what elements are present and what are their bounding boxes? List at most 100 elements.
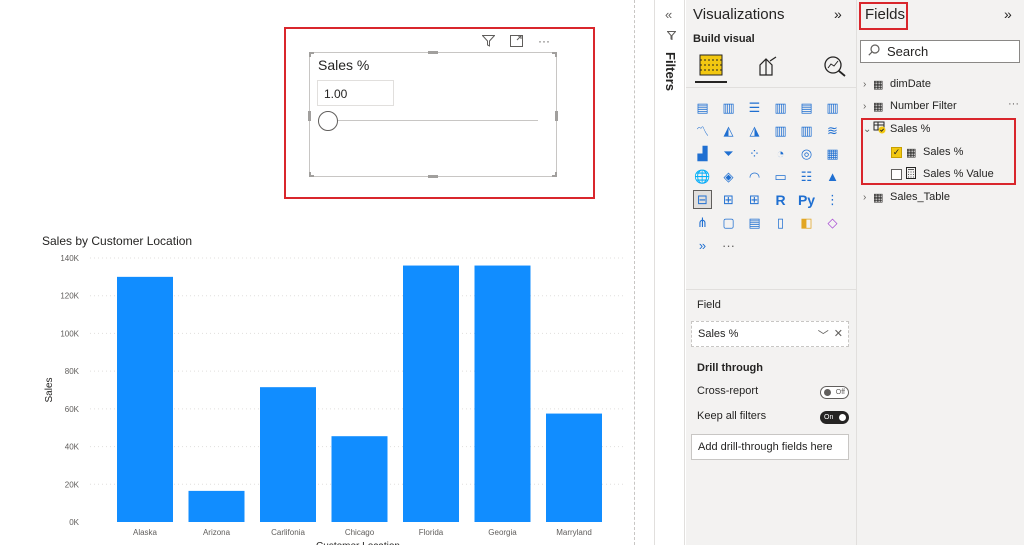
more-options-icon[interactable]: ··· [536, 33, 552, 49]
table-sales-table[interactable]: › ▦ Sales_Table [863, 188, 1019, 206]
chevron-right-icon[interactable]: › [863, 101, 872, 112]
r-visual-icon[interactable]: R [771, 190, 790, 209]
bar[interactable] [546, 413, 602, 522]
table-name: Number Filter [890, 100, 957, 112]
slider-thumb[interactable] [318, 111, 338, 131]
sales-bar-chart[interactable]: 0K 20K 40K 60K 80K 100K 120K 140K Alaska Arizona C… [0, 248, 634, 545]
field-sales-percent[interactable]: ✓ ▦ Sales % [891, 143, 1019, 161]
resize-handle-bottom[interactable] [428, 175, 438, 178]
build-visual-label: Build visual [693, 33, 755, 45]
x-tick-label: Alaska [133, 528, 158, 537]
field-sales-percent-value[interactable]: Sales % Value [891, 165, 1019, 183]
build-visual-icon[interactable] [695, 49, 727, 83]
smart-narrative-icon[interactable]: ▤ [745, 213, 764, 232]
paginated-report-icon[interactable]: ▯ [771, 213, 790, 232]
filter-icon [666, 31, 677, 43]
resize-handle-top[interactable] [428, 51, 438, 54]
scatter-chart-icon[interactable]: ⁘ [745, 144, 764, 163]
waterfall-chart-icon[interactable]: ▟ [693, 144, 712, 163]
field-name: Sales % Value [923, 168, 994, 180]
table-name: Sales % [890, 123, 931, 135]
map-icon[interactable]: 🌐 [693, 167, 712, 186]
analytics-icon[interactable] [819, 49, 851, 83]
100-stacked-column-chart-icon[interactable]: ▥ [823, 98, 842, 117]
resize-handle-tr-v[interactable] [555, 52, 557, 57]
fields-search-input[interactable]: Search [860, 40, 1020, 63]
pie-chart-icon[interactable]: ◔ [771, 144, 790, 163]
ribbon-chart-icon[interactable]: ≋ [823, 121, 842, 140]
double-chevron-right-icon[interactable]: » [834, 6, 842, 22]
area-chart-icon[interactable]: ◭ [719, 121, 738, 140]
bar[interactable] [260, 387, 316, 522]
checkbox-checked-icon[interactable]: ✓ [891, 146, 902, 158]
resize-handle-left[interactable] [308, 111, 311, 121]
line-stacked-column-chart-icon[interactable]: ▥ [797, 121, 816, 140]
card-icon[interactable]: ▭ [771, 167, 790, 186]
drill-through-well[interactable]: Add drill-through fields here [691, 434, 849, 460]
slider-track[interactable] [338, 120, 538, 121]
keep-filters-toggle[interactable]: On [820, 411, 849, 424]
filter-icon[interactable] [480, 33, 496, 49]
bar[interactable] [188, 490, 245, 522]
chevron-right-icon[interactable]: › [863, 79, 872, 90]
table-icon[interactable]: ⊞ [719, 190, 738, 209]
filters-pane-label[interactable]: Filters [663, 52, 678, 91]
bar[interactable] [403, 265, 459, 522]
key-influencers-icon[interactable]: ⋮ [823, 190, 842, 209]
resize-handle-bl-v[interactable] [309, 172, 311, 177]
cross-report-toggle[interactable]: Off [820, 386, 849, 399]
double-chevron-right-icon[interactable]: » [1004, 6, 1012, 22]
search-placeholder: Search [887, 44, 929, 59]
y-tick-label: 120K [60, 292, 79, 301]
field-well-sales-percent[interactable]: Sales % ﹀ ✕ [691, 321, 849, 347]
table-dimdate[interactable]: › ▦ dimDate [863, 75, 1019, 93]
100-stacked-bar-chart-icon[interactable]: ▤ [797, 98, 816, 117]
stacked-bar-chart-icon[interactable]: ▤ [693, 98, 712, 117]
python-visual-icon[interactable]: Py [797, 190, 816, 209]
sales-percent-slicer[interactable]: Sales % 1.00 [308, 51, 558, 178]
resize-handle-br-v[interactable] [555, 172, 557, 177]
chevron-right-icon[interactable]: › [863, 192, 872, 203]
focus-mode-icon[interactable] [508, 33, 524, 49]
stacked-area-chart-icon[interactable]: ◮ [745, 121, 764, 140]
donut-chart-icon[interactable]: ◎ [797, 144, 816, 163]
y-tick-label: 20K [65, 480, 80, 489]
power-apps-icon[interactable]: ◧ [797, 213, 816, 232]
stacked-column-chart-icon[interactable]: ▥ [719, 98, 738, 117]
multi-row-card-icon[interactable]: ☷ [797, 167, 816, 186]
more-options-icon[interactable]: ··· [1008, 98, 1019, 110]
more-visuals-icon[interactable]: » [693, 236, 712, 255]
field-well-label: Field [697, 299, 721, 311]
y-tick-label: 0K [69, 518, 79, 527]
format-visual-icon[interactable] [751, 49, 783, 83]
slicer-value-input[interactable]: 1.00 [317, 80, 394, 106]
bar[interactable] [331, 436, 388, 522]
line-clustered-column-chart-icon[interactable]: ▥ [771, 121, 790, 140]
more-options-icon[interactable]: ··· [719, 236, 738, 255]
matrix-icon[interactable]: ⊞ [745, 190, 764, 209]
bar[interactable] [474, 265, 531, 522]
kpi-icon[interactable]: ▲ [823, 167, 842, 186]
checkbox-icon[interactable] [891, 168, 902, 180]
table-number-filter[interactable]: › ▦ Number Filter ··· [863, 97, 1019, 115]
line-chart-icon[interactable]: 〽 [693, 121, 712, 140]
qa-visual-icon[interactable]: ▢ [719, 213, 738, 232]
chevron-down-icon[interactable]: ﹀ [818, 327, 829, 343]
table-icon: ▦ [873, 100, 884, 113]
treemap-icon[interactable]: ▦ [823, 144, 842, 163]
resize-handle-tl-v[interactable] [309, 52, 311, 57]
chevron-down-icon[interactable]: ⌄ [863, 124, 872, 135]
funnel-chart-icon[interactable]: ⏷ [719, 144, 738, 163]
double-chevron-left-icon[interactable]: « [665, 7, 672, 22]
table-sales-percent[interactable]: ⌄ Sales % [863, 120, 1019, 138]
resize-handle-right[interactable] [555, 111, 558, 121]
decomposition-tree-icon[interactable]: ⋔ [693, 213, 712, 232]
filled-map-icon[interactable]: ◈ [719, 167, 738, 186]
power-automate-icon[interactable]: ◇ [823, 213, 842, 232]
clustered-bar-chart-icon[interactable]: ☰ [745, 98, 764, 117]
bar[interactable] [117, 276, 173, 522]
remove-field-icon[interactable]: ✕ [834, 327, 843, 343]
clustered-column-chart-icon[interactable]: ▥ [771, 98, 790, 117]
slicer-icon[interactable]: ⊟ [693, 190, 712, 209]
gauge-icon[interactable]: ◠ [745, 167, 764, 186]
